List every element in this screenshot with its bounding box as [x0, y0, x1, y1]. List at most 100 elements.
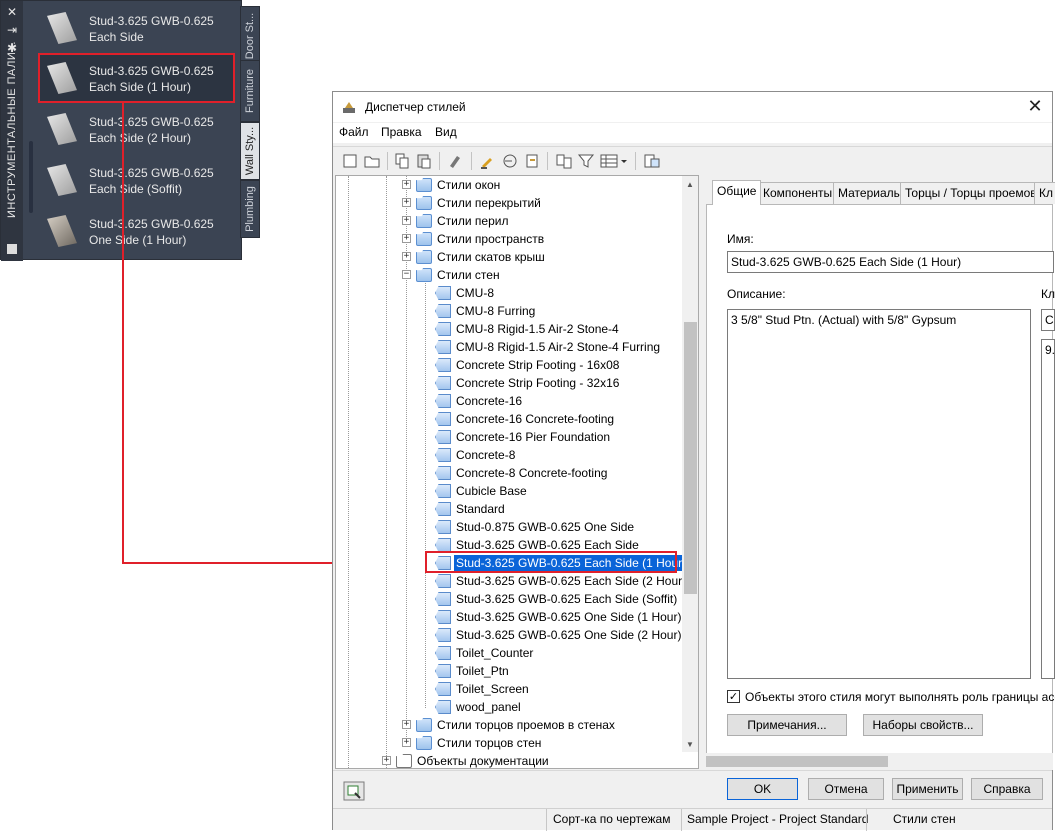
copy-icon[interactable]	[393, 152, 411, 170]
dialog-title: Диспетчер стилей	[365, 100, 466, 114]
tree-item[interactable]: wood_panel	[432, 698, 682, 716]
panel-horizontal-scrollbar[interactable]	[706, 753, 1053, 770]
tab-furniture[interactable]: Furniture	[240, 60, 260, 122]
palette-tool-item[interactable]: Stud-3.625 GWB-0.625 Each Side (Soffit)	[39, 156, 235, 204]
palette-tool-item[interactable]: Stud-3.625 GWB-0.625 Each Side (2 Hour)	[39, 105, 235, 153]
scroll-up-icon[interactable]: ▲	[686, 180, 694, 189]
filter-icon[interactable]	[577, 152, 595, 170]
classification-list[interactable]: 9.	[1041, 339, 1055, 679]
view-options-icon[interactable]	[599, 152, 629, 170]
tree-item[interactable]: Concrete-16 Concrete-footing	[432, 410, 682, 428]
palette-title: ИНСТРУМЕНТАЛЬНЫЕ ПАЛИ...	[6, 41, 18, 218]
tree-category[interactable]: + Стили перил	[400, 212, 680, 230]
tree-item[interactable]: Concrete Strip Footing - 16x08	[432, 356, 682, 374]
new-document-icon[interactable]	[341, 152, 359, 170]
tab-materials[interactable]: Материалы	[833, 182, 908, 204]
wall-style-icon	[47, 12, 77, 44]
tree-item[interactable]: CMU-8	[432, 284, 682, 302]
menu-bar: Файл Правка Вид	[333, 123, 1052, 143]
menu-edit[interactable]: Правка	[381, 125, 422, 139]
toggle-drawing-view-icon[interactable]	[343, 781, 365, 801]
tree-category[interactable]: + Стили окон	[400, 176, 680, 194]
tab-endcaps[interactable]: Торцы / Торцы проемов	[900, 182, 1042, 204]
tab-general[interactable]: Общие	[712, 180, 762, 205]
compare-icon[interactable]	[555, 152, 573, 170]
tree-category[interactable]: + Стили перекрытий	[400, 194, 680, 212]
wall-style-icon	[435, 430, 451, 444]
palette-grip-icon[interactable]	[7, 244, 17, 254]
open-folder-icon[interactable]	[363, 152, 381, 170]
palette-scrollbar[interactable]	[29, 141, 33, 213]
tree-category[interactable]: + Стили скатов крыш	[400, 248, 680, 266]
set-from-icon[interactable]	[501, 152, 519, 170]
tree-item[interactable]: Toilet_Screen	[432, 680, 682, 698]
wall-style-icon	[435, 538, 451, 552]
tree-item[interactable]: Stud-0.875 GWB-0.625 One Side	[432, 518, 682, 536]
help-button[interactable]: Справка	[971, 778, 1043, 800]
tab-plumbing[interactable]: Plumbing	[240, 180, 260, 238]
description-label: Описание:	[727, 287, 786, 301]
palette-tool-item[interactable]: Stud-3.625 GWB-0.625 One Side (1 Hour)	[39, 207, 235, 255]
tree-item[interactable]: Stud-3.625 GWB-0.625 Each Side (2 Hour)	[432, 572, 686, 590]
paste-icon[interactable]	[415, 152, 433, 170]
menu-file[interactable]: Файл	[339, 125, 369, 139]
edit-style-icon[interactable]	[479, 152, 497, 170]
toggle-view-icon[interactable]	[643, 152, 661, 170]
wall-style-icon	[435, 412, 451, 426]
tree-item[interactable]: CMU-8 Rigid-1.5 Air-2 Stone-4	[432, 320, 682, 338]
tree-item[interactable]: Cubicle Base	[432, 482, 682, 500]
close-icon[interactable]: ✕	[1024, 96, 1046, 118]
tree-item[interactable]: Concrete-16	[432, 392, 682, 410]
scrollbar-thumb[interactable]	[684, 322, 697, 594]
tree-item[interactable]: CMU-8 Furring	[432, 302, 682, 320]
opening-endcap-style-icon	[416, 718, 432, 732]
tree-category[interactable]: + Стили пространств	[400, 230, 680, 248]
tab-wall-styles[interactable]: Wall Sty...	[240, 122, 260, 180]
tree-item[interactable]: Toilet_Counter	[432, 644, 682, 662]
classification-field[interactable]: С	[1041, 309, 1055, 331]
wall-style-icon	[435, 574, 451, 588]
close-icon[interactable]: ✕	[6, 6, 18, 18]
notes-button[interactable]: Примечания...	[727, 714, 847, 736]
roof-slab-style-icon	[416, 250, 432, 264]
scroll-down-icon[interactable]: ▼	[686, 740, 694, 749]
name-input[interactable]: Stud-3.625 GWB-0.625 Each Side (1 Hour)	[727, 251, 1054, 273]
tree-category[interactable]: + Стили торцов стен	[400, 734, 680, 752]
apply-button[interactable]: Применить	[892, 778, 963, 800]
tree-item[interactable]: Standard	[432, 500, 682, 518]
tree-item[interactable]: Concrete-8	[432, 446, 682, 464]
tree-item[interactable]: CMU-8 Rigid-1.5 Air-2 Stone-4 Furring	[432, 338, 682, 356]
title-bar: Диспетчер стилей ✕	[333, 92, 1052, 122]
tab-classification[interactable]: Кл	[1034, 182, 1055, 204]
description-textarea[interactable]: 3 5/8" Stud Ptn. (Actual) with 5/8" Gyps…	[727, 309, 1031, 679]
tree-item[interactable]: Concrete-8 Concrete-footing	[432, 464, 682, 482]
tab-components[interactable]: Компоненты	[758, 182, 838, 204]
tree-item[interactable]: Toilet_Ptn	[432, 662, 682, 680]
sync-icon[interactable]	[523, 152, 541, 170]
menu-view[interactable]: Вид	[435, 125, 457, 139]
style-tree[interactable]: + Стили окон + Стили перекрытий + Стили …	[335, 175, 699, 769]
highlight-frame	[38, 53, 235, 103]
cancel-button[interactable]: Отмена	[808, 778, 884, 800]
tree-item[interactable]: Stud-3.625 GWB-0.625 One Side (2 Hour)	[432, 626, 682, 644]
tree-item[interactable]: Stud-3.625 GWB-0.625 Each Side (Soffit)	[432, 590, 682, 608]
purge-icon[interactable]	[447, 152, 465, 170]
tree-item[interactable]: Concrete-16 Pier Foundation	[432, 428, 682, 446]
tree-category[interactable]: + Объекты документации	[380, 752, 680, 768]
scrollbar-thumb[interactable]	[706, 756, 888, 767]
wall-style-icon	[435, 592, 451, 606]
tree-item[interactable]: Concrete Strip Footing - 32x16	[432, 374, 682, 392]
tree-category[interactable]: + Стили торцов проемов в стенах	[400, 716, 680, 734]
ok-button[interactable]: OK	[727, 778, 798, 800]
wall-style-icon	[47, 215, 77, 247]
wall-style-icon	[435, 322, 451, 336]
tree-category-wall-styles[interactable]: − Стили стен	[400, 266, 680, 284]
tab-door-styles[interactable]: Door St...	[240, 6, 260, 66]
wall-style-icon	[435, 340, 451, 354]
auto-hide-icon[interactable]: ⇥	[6, 24, 18, 36]
tree-vertical-scrollbar[interactable]: ▲ ▼	[682, 176, 698, 752]
palette-tool-item[interactable]: Stud-3.625 GWB-0.625 Each Side	[39, 4, 235, 52]
boundary-checkbox[interactable]: ✓	[727, 690, 740, 703]
property-sets-button[interactable]: Наборы свойств...	[863, 714, 983, 736]
tree-item[interactable]: Stud-3.625 GWB-0.625 One Side (1 Hour)	[432, 608, 682, 626]
